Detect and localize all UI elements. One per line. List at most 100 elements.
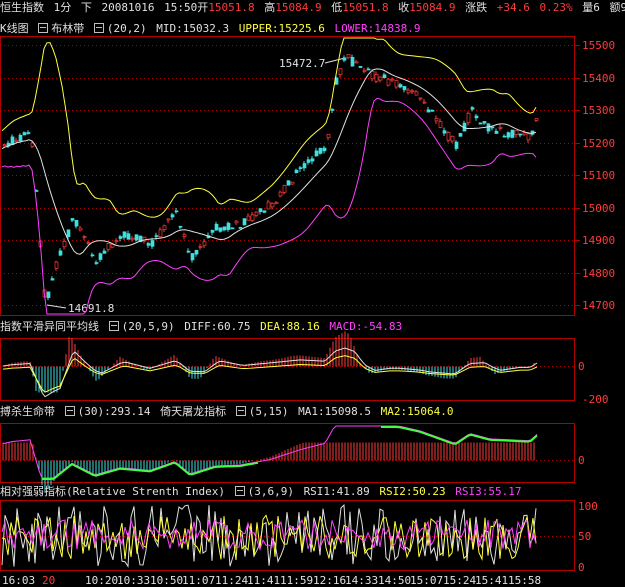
candle <box>22 132 27 136</box>
time-tick: 15:24 <box>443 574 476 587</box>
candle <box>290 181 295 185</box>
candle <box>182 234 187 237</box>
candle <box>366 68 371 71</box>
candle <box>270 203 275 208</box>
candle <box>390 78 395 81</box>
candle <box>326 133 331 139</box>
candle <box>414 91 419 96</box>
candle <box>238 226 243 229</box>
candle <box>450 135 455 142</box>
candle <box>526 133 531 141</box>
time-tick: 10:20 <box>85 574 118 587</box>
candle <box>382 74 387 79</box>
candle <box>494 130 499 134</box>
upper-band-line <box>1 37 537 218</box>
life-tick: 0 <box>578 454 585 467</box>
candle <box>234 220 239 224</box>
candle <box>338 68 343 75</box>
time-tick: 12:16 <box>313 574 346 587</box>
rsi-tick: 100 <box>578 500 598 513</box>
candle <box>186 250 191 253</box>
candle <box>62 241 67 248</box>
candle <box>106 243 111 250</box>
candle <box>386 78 391 86</box>
candle <box>242 218 247 226</box>
candle <box>342 57 347 61</box>
candle <box>402 86 407 91</box>
time-tick: 11:59 <box>280 574 313 587</box>
candle <box>198 245 203 248</box>
time-tick: 14:50 <box>378 574 411 587</box>
low-annotation: 14691.8 <box>68 302 114 315</box>
candle <box>178 225 183 228</box>
time-tick: 10:50 <box>150 574 183 587</box>
candle <box>126 233 131 240</box>
candle <box>14 140 19 143</box>
candle <box>418 97 423 100</box>
candle <box>370 70 375 80</box>
candle <box>298 167 303 169</box>
candle <box>518 133 523 136</box>
candle <box>478 122 483 125</box>
price-tick: 15400 <box>582 72 615 85</box>
mid-band-line <box>1 68 537 255</box>
candle <box>434 118 439 122</box>
candle <box>130 237 135 240</box>
candle <box>50 278 55 281</box>
candle <box>398 84 403 88</box>
time-tick: 15:58 <box>508 574 541 587</box>
time-tick: 11:41 <box>247 574 280 587</box>
time-tick: 20 <box>42 574 55 587</box>
candle <box>318 147 323 154</box>
candle <box>90 254 95 257</box>
grid-lines <box>0 45 575 537</box>
candle <box>2 144 7 147</box>
candle <box>158 229 163 238</box>
candle <box>254 211 259 216</box>
candle <box>58 250 63 256</box>
candle <box>66 229 71 238</box>
candle <box>362 70 367 72</box>
price-tick: 15300 <box>582 104 615 117</box>
candle <box>534 118 539 121</box>
candle <box>358 66 363 68</box>
candle <box>282 185 287 193</box>
candle <box>174 210 179 213</box>
rsi1-line <box>1 504 537 568</box>
candle <box>454 141 459 149</box>
candle <box>114 240 119 243</box>
candle <box>74 220 79 227</box>
candle <box>286 180 291 186</box>
candle <box>522 132 527 135</box>
candle <box>54 261 59 269</box>
candle <box>94 262 99 264</box>
candle <box>154 235 159 237</box>
candle <box>86 242 91 244</box>
high-annotation: 15472.7 <box>279 57 325 70</box>
candle <box>374 74 379 82</box>
high-pointer <box>324 57 346 64</box>
ma2-line <box>381 426 538 445</box>
candle <box>214 223 219 231</box>
rsi-tick: 0 <box>578 561 585 574</box>
candle <box>314 150 319 157</box>
time-tick: 15:41 <box>475 574 508 587</box>
candle <box>98 253 103 260</box>
candle <box>70 218 75 221</box>
candle <box>458 133 463 137</box>
candle <box>394 80 399 88</box>
candle <box>354 61 359 64</box>
candle <box>250 214 255 221</box>
chart-canvas[interactable]: 15500 15400 15300 15200 15100 15000 1490… <box>0 0 625 587</box>
time-tick: 16:03 <box>2 574 35 587</box>
macd-tick: -200 <box>582 393 609 406</box>
candle <box>322 147 327 152</box>
time-tick: 11:24 <box>215 574 248 587</box>
candle <box>118 236 123 239</box>
candle <box>438 121 443 128</box>
macd-panel-frame <box>0 338 575 401</box>
price-tick: 15200 <box>582 137 615 150</box>
candle <box>194 249 199 255</box>
candle <box>190 253 195 261</box>
candle <box>346 54 351 58</box>
